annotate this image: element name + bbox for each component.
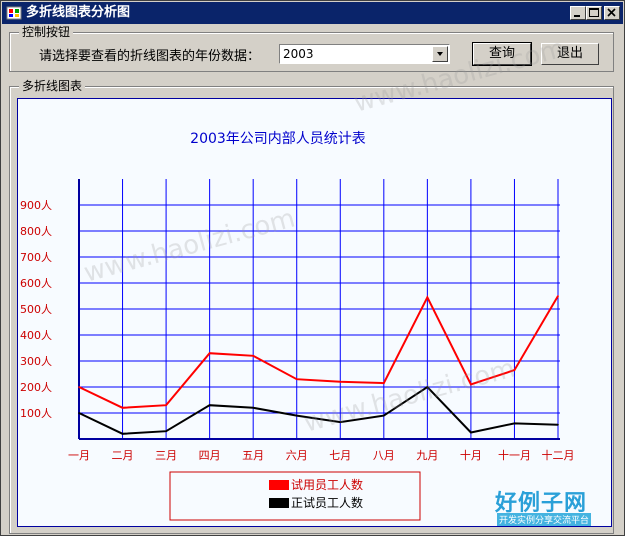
data-point [557,423,559,426]
x-tick-label: 十二月 [542,448,575,462]
data-point [339,381,342,383]
line-chart: 2003年公司内部人员统计表 100人 200人 300人 400人 500人 600人 70… [20,131,575,521]
x-tick-label: 五月 [242,449,264,462]
x-tick-label: 一月 [68,449,90,462]
x-tick-label: 八月 [373,449,395,462]
chart-group-title: 多折线图表 [19,79,86,93]
data-point [295,378,298,381]
title-bar[interactable]: 多折线图表分析图 [2,2,623,24]
y-tick-label: 600人 [20,277,52,290]
x-tick-label: 九月 [416,449,438,462]
x-tick-label: 二月 [112,449,134,462]
data-point [121,407,124,409]
maximize-button[interactable] [586,6,602,20]
app-icon [6,6,22,20]
legend-label: 正试员工人数 [291,495,363,510]
data-point [252,355,254,357]
close-icon [607,8,616,17]
data-point [513,422,516,425]
x-tick-label: 七月 [329,449,351,462]
data-point [208,404,211,407]
data-point [426,296,429,299]
year-prompt-label: 请选择要查看的折线图表的年份数据： [39,49,261,64]
data-point [165,404,167,407]
y-tick-label: 500人 [20,303,52,316]
year-select-value: 2003 [283,47,314,61]
legend-swatch [269,498,289,508]
data-point [470,431,472,434]
data-point [383,382,385,384]
chart-panel: 2003年公司内部人员统计表 100人 200人 300人 400人 500人 600人 70… [17,98,612,527]
maximize-icon [589,8,599,17]
chevron-down-icon [437,52,443,56]
year-select[interactable]: 2003 [279,44,450,64]
y-tick-label: 100人 [20,407,52,420]
logo-sub-text: 开发实例分享交流平台 [497,513,592,526]
site-logo: 好例子网 开发实例分享交流平台 [495,485,603,526]
control-group-title: 控制按钮 [19,25,74,39]
data-point [78,412,80,414]
data-point [557,295,559,297]
x-tick-label: 十一月 [498,448,531,462]
y-tick-label: 400人 [20,329,52,342]
chart-title: 2003年公司内部人员统计表 [190,131,366,147]
data-point [208,352,211,354]
y-tick-label: 700人 [20,251,52,264]
close-button[interactable] [604,6,620,20]
x-tick-label: 十月 [460,448,482,462]
data-point [121,433,124,435]
series-line [78,295,559,409]
y-tick-label: 300人 [20,355,52,368]
data-point [252,407,254,409]
app-window: 多折线图表分析图 控制按钮 请选择要查看的折线图表的年份数据： 2003 查询 … [0,0,625,536]
data-point [295,414,298,417]
legend-swatch [269,480,289,490]
y-tick-label: 200人 [20,381,52,394]
minimize-icon [574,15,580,17]
x-tick-label: 四月 [199,449,221,462]
legend-label: 试用员工人数 [291,477,363,492]
y-tick-label: 800人 [20,225,52,238]
data-point [165,430,167,433]
x-tick-label: 三月 [155,449,177,462]
dropdown-arrow-button[interactable] [432,46,448,62]
minimize-button[interactable] [570,6,586,20]
data-point [78,386,80,388]
y-tick-label: 900人 [20,199,52,212]
window-title: 多折线图表分析图 [26,5,131,20]
x-tick-label: 六月 [286,449,308,462]
